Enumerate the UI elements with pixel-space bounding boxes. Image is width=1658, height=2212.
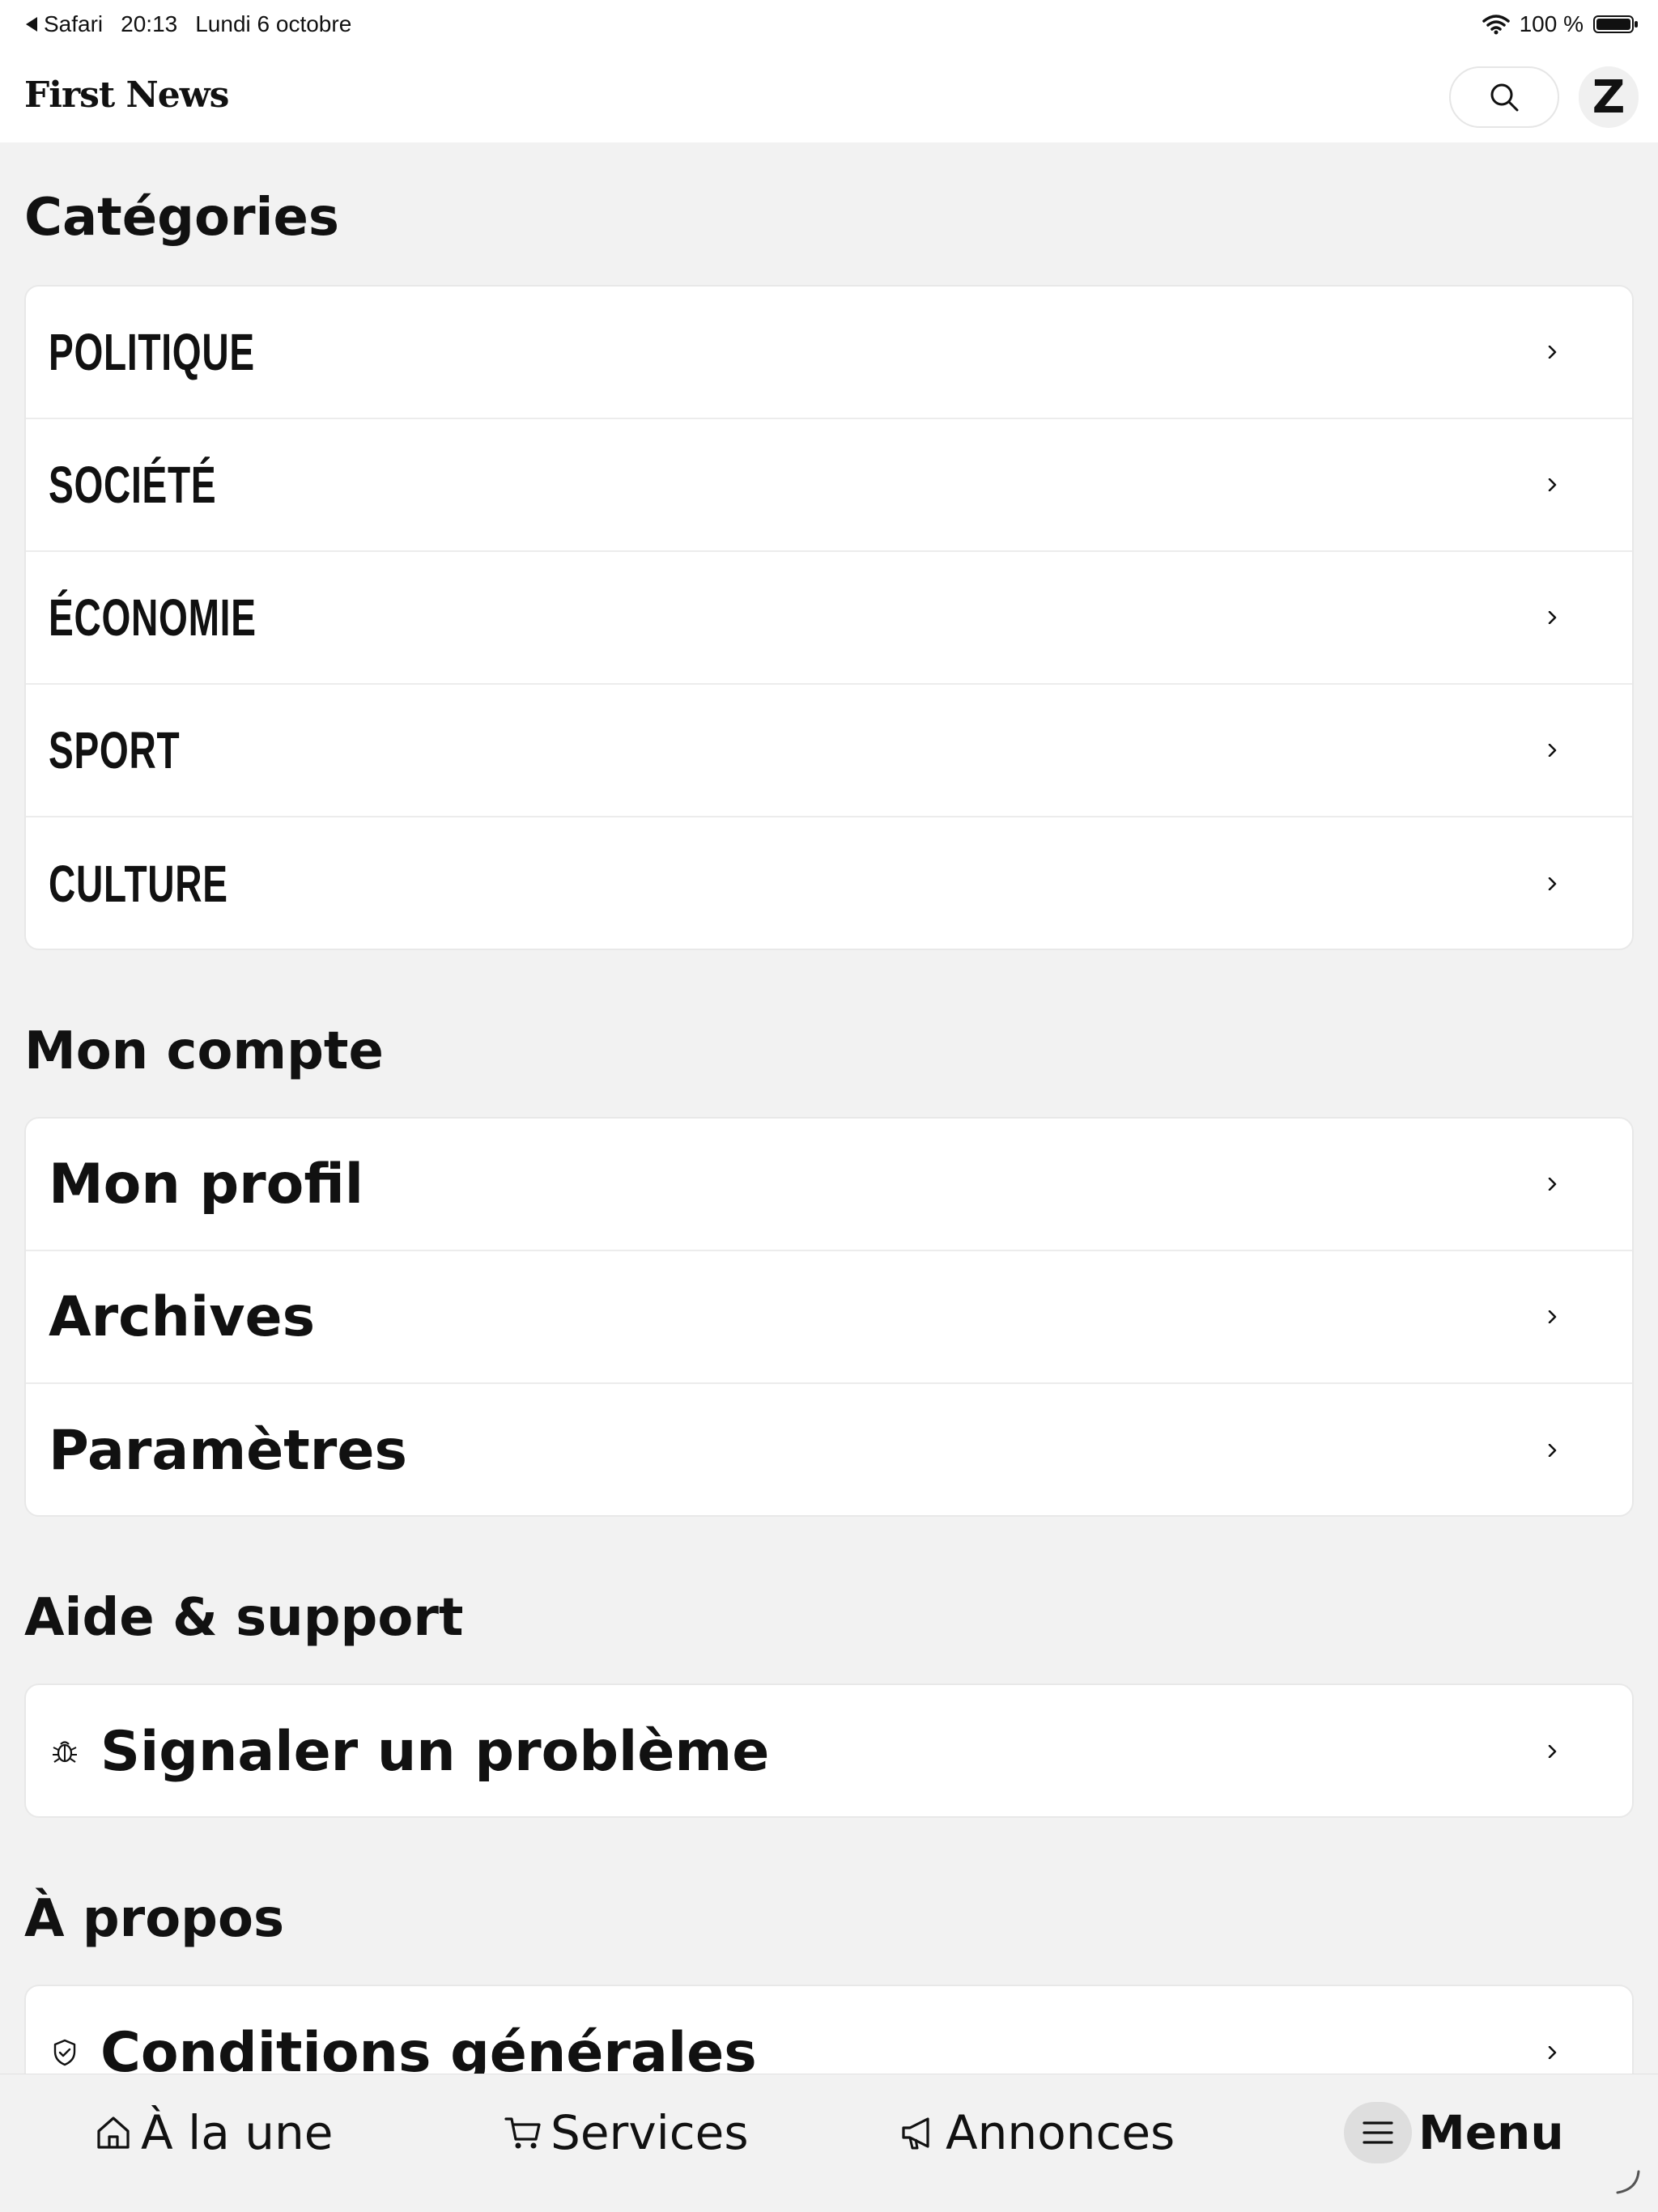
categories-card: POLITIQUE SOCIÉTÉ ÉCONOMIE SPORT CULTURE [24, 285, 1634, 950]
account-card: Mon profil Archives Paramètres [24, 1117, 1634, 1517]
bug-icon [49, 1735, 81, 1768]
home-icon [92, 2112, 134, 2154]
help-item-report-problem[interactable]: Signaler un problème [26, 1685, 1632, 1816]
cart-icon [502, 2112, 544, 2154]
search-button[interactable] [1449, 66, 1559, 128]
nav-ads-label: Annonces [946, 2105, 1175, 2160]
category-item-economie[interactable]: ÉCONOMIE [26, 552, 1632, 685]
account-item-label: Archives [49, 1284, 316, 1349]
search-icon [1490, 83, 1519, 112]
back-app-label: Safari [44, 11, 104, 36]
chevron-right-icon [1548, 1178, 1557, 1191]
shield-icon [49, 2036, 81, 2069]
nav-menu[interactable]: Menu [1344, 2094, 1564, 2172]
account-item-profile[interactable]: Mon profil [26, 1119, 1632, 1251]
account-item-label: Mon profil [49, 1152, 364, 1216]
nav-services-label: Services [551, 2105, 749, 2160]
nav-home[interactable]: À la une [92, 2094, 333, 2172]
megaphone-icon [897, 2112, 939, 2154]
nav-ads[interactable]: Annonces [897, 2094, 1175, 2172]
chevron-right-icon [1548, 1310, 1557, 1323]
back-triangle-icon [26, 17, 37, 32]
chevron-right-icon [1548, 744, 1557, 757]
category-label: POLITIQUE [49, 323, 255, 381]
category-item-politique[interactable]: POLITIQUE [26, 287, 1632, 419]
account-avatar-button[interactable]: Z [1579, 66, 1639, 128]
help-item-label: Signaler un problème [100, 1719, 770, 1784]
status-date: Lundi 6 octobre [195, 11, 352, 36]
section-title-account: Mon compte [24, 1021, 384, 1081]
app-header: First News Z [0, 50, 1658, 142]
account-item-settings[interactable]: Paramètres [26, 1384, 1632, 1515]
resize-handle-icon [1616, 2170, 1640, 2194]
category-label: CULTURE [49, 855, 228, 913]
chevron-right-icon [1548, 1745, 1557, 1758]
status-bar: Safari 20:13 Lundi 6 octobre 100 % [0, 0, 1658, 50]
chevron-right-icon [1548, 1444, 1557, 1457]
nav-menu-label: Menu [1418, 2105, 1564, 2160]
account-item-label: Paramètres [49, 1418, 407, 1483]
category-label: SOCIÉTÉ [49, 456, 217, 514]
bottom-nav: À la une Services Annonces Menu [0, 2074, 1658, 2212]
hamburger-icon [1344, 2102, 1412, 2163]
chevron-right-icon [1548, 611, 1557, 624]
chevron-right-icon [1548, 478, 1557, 491]
category-item-sport[interactable]: SPORT [26, 685, 1632, 817]
section-title-about: À propos [24, 1889, 285, 1949]
account-item-archives[interactable]: Archives [26, 1251, 1632, 1384]
category-item-societe[interactable]: SOCIÉTÉ [26, 419, 1632, 552]
battery-icon [1593, 15, 1638, 33]
section-title-categories: Catégories [24, 188, 339, 248]
help-card: Signaler un problème [24, 1683, 1634, 1818]
chevron-right-icon [1548, 346, 1557, 359]
back-to-safari[interactable]: Safari [24, 11, 103, 37]
nav-home-label: À la une [141, 2105, 334, 2160]
nav-services[interactable]: Services [502, 2094, 749, 2172]
section-title-help: Aide & support [24, 1588, 464, 1648]
category-item-culture[interactable]: CULTURE [26, 817, 1632, 949]
category-label: ÉCONOMIE [49, 588, 257, 647]
wifi-icon [1482, 15, 1510, 35]
chevron-right-icon [1548, 2046, 1557, 2059]
battery-percent: 100 % [1519, 11, 1584, 36]
chevron-right-icon [1548, 877, 1557, 890]
category-label: SPORT [49, 721, 181, 779]
status-time: 20:13 [121, 11, 178, 36]
logo[interactable]: First News [24, 74, 229, 116]
